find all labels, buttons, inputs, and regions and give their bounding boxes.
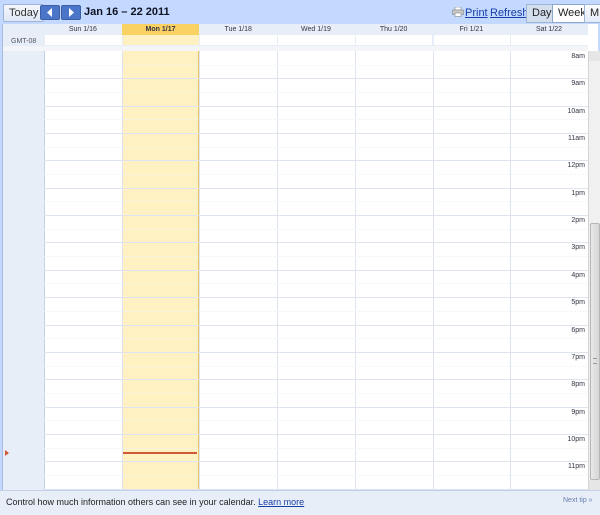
time-grid[interactable]: 8am 9am 10am 11am 12pm 1pm 2pm 3pm 4pm 5pm 6pm 7pm 8… bbox=[3, 51, 588, 490]
half-hour-gridline bbox=[44, 365, 588, 367]
day-header-3[interactable]: Wed 1/19 bbox=[277, 24, 355, 35]
hour-gridline bbox=[44, 297, 588, 299]
half-hour-gridline bbox=[44, 392, 588, 394]
hour-label: 12pm bbox=[567, 162, 585, 170]
day-header-6[interactable]: Sat 1/22 bbox=[510, 24, 588, 35]
half-hour-gridline bbox=[44, 447, 588, 449]
grip-icon bbox=[593, 358, 597, 364]
footer-message: Control how much information others can … bbox=[6, 497, 256, 507]
scroll-down-arrow[interactable] bbox=[589, 480, 600, 490]
current-time-line bbox=[122, 451, 198, 454]
hour-gridline bbox=[44, 78, 588, 80]
hour-label: 2pm bbox=[571, 217, 585, 225]
day-header-5[interactable]: Fri 1/21 bbox=[433, 24, 511, 35]
hour-gridline bbox=[44, 406, 588, 408]
print-link[interactable]: Print bbox=[465, 6, 488, 20]
hour-gridline bbox=[44, 461, 588, 463]
all-day-cell[interactable] bbox=[278, 35, 355, 45]
calendar-toolbar: Today Jan 16 – 22 2011 Print Refresh Day… bbox=[0, 0, 600, 24]
hour-gridline bbox=[44, 187, 588, 189]
half-hour-gridline bbox=[44, 283, 588, 285]
hour-gridline bbox=[44, 215, 588, 217]
hour-gridline bbox=[44, 324, 588, 326]
hour-gridline bbox=[44, 105, 588, 107]
date-range-title: Jan 16 – 22 2011 bbox=[84, 6, 170, 18]
half-hour-gridline bbox=[44, 420, 588, 422]
hour-label: 9pm bbox=[571, 408, 585, 416]
scroll-thumb[interactable] bbox=[590, 223, 600, 480]
next-week-button[interactable] bbox=[61, 5, 81, 20]
current-time-marker bbox=[5, 449, 9, 456]
hour-label: 10am bbox=[567, 107, 585, 115]
all-day-cell[interactable] bbox=[355, 35, 433, 45]
hour-gridline bbox=[44, 133, 588, 135]
prev-week-button[interactable] bbox=[40, 5, 60, 20]
hour-label: 6pm bbox=[571, 326, 585, 334]
half-hour-gridline bbox=[44, 310, 588, 312]
day-header-2[interactable]: Tue 1/18 bbox=[199, 24, 277, 35]
hour-label: 3pm bbox=[571, 244, 585, 252]
hour-label: 4pm bbox=[571, 271, 585, 279]
hour-gridline bbox=[44, 433, 588, 435]
day-header-0[interactable]: Sun 1/16 bbox=[44, 24, 122, 35]
view-month-button[interactable]: M bbox=[584, 4, 600, 23]
hour-label: 9am bbox=[571, 80, 585, 88]
printer-icon bbox=[452, 7, 464, 17]
hour-label: 11pm bbox=[568, 463, 585, 471]
hour-gridline bbox=[44, 269, 588, 271]
hour-label: 1pm bbox=[571, 189, 585, 197]
half-hour-gridline bbox=[44, 174, 588, 176]
half-hour-gridline bbox=[44, 119, 588, 121]
refresh-link[interactable]: Refresh bbox=[490, 6, 529, 20]
calendar-footer: Control how much information others can … bbox=[0, 490, 600, 515]
vertical-scrollbar[interactable] bbox=[588, 51, 600, 490]
hour-gridline bbox=[44, 242, 588, 244]
day-header-1[interactable]: Mon 1/17 bbox=[121, 24, 200, 35]
all-day-cell[interactable] bbox=[122, 35, 200, 45]
day-header-4[interactable]: Thu 1/20 bbox=[355, 24, 433, 35]
hour-label: 8am bbox=[571, 53, 585, 60]
half-hour-gridline bbox=[44, 228, 588, 230]
timezone-label: GMT-08 bbox=[11, 38, 37, 45]
half-hour-gridline bbox=[44, 256, 588, 258]
hour-label: 10pm bbox=[567, 435, 585, 443]
learn-more-link[interactable]: Learn more bbox=[258, 497, 304, 507]
scroll-up-arrow[interactable] bbox=[589, 51, 600, 61]
all-day-cell[interactable] bbox=[45, 35, 122, 45]
half-hour-gridline bbox=[44, 338, 588, 340]
all-day-cell[interactable] bbox=[200, 35, 278, 45]
half-hour-gridline bbox=[44, 201, 588, 203]
hour-label: 8pm bbox=[571, 381, 585, 389]
week-grid: GMT-08 Sun 1/16 Mon 1/17 Tue 1/18 Wed 1/19 T… bbox=[2, 24, 600, 490]
half-hour-gridline bbox=[44, 146, 588, 148]
hour-gridline bbox=[44, 160, 588, 162]
today-button[interactable]: Today bbox=[3, 4, 45, 22]
all-day-cell[interactable] bbox=[433, 35, 511, 45]
footer-tip: Control how much information others can … bbox=[6, 496, 304, 508]
hour-label: 7pm bbox=[571, 353, 585, 361]
hour-gutter bbox=[3, 51, 45, 490]
chevron-right-icon bbox=[69, 8, 74, 17]
hour-label: 5pm bbox=[571, 299, 585, 307]
half-hour-gridline bbox=[44, 64, 588, 66]
half-hour-gridline bbox=[44, 92, 588, 94]
next-tip-link[interactable]: Next tip » bbox=[563, 497, 593, 504]
chevron-left-icon bbox=[47, 8, 52, 17]
hour-gridline bbox=[44, 379, 588, 381]
hour-gridline bbox=[44, 351, 588, 353]
hour-label: 11am bbox=[568, 135, 585, 143]
half-hour-gridline bbox=[44, 474, 588, 476]
all-day-cell[interactable] bbox=[511, 35, 588, 45]
